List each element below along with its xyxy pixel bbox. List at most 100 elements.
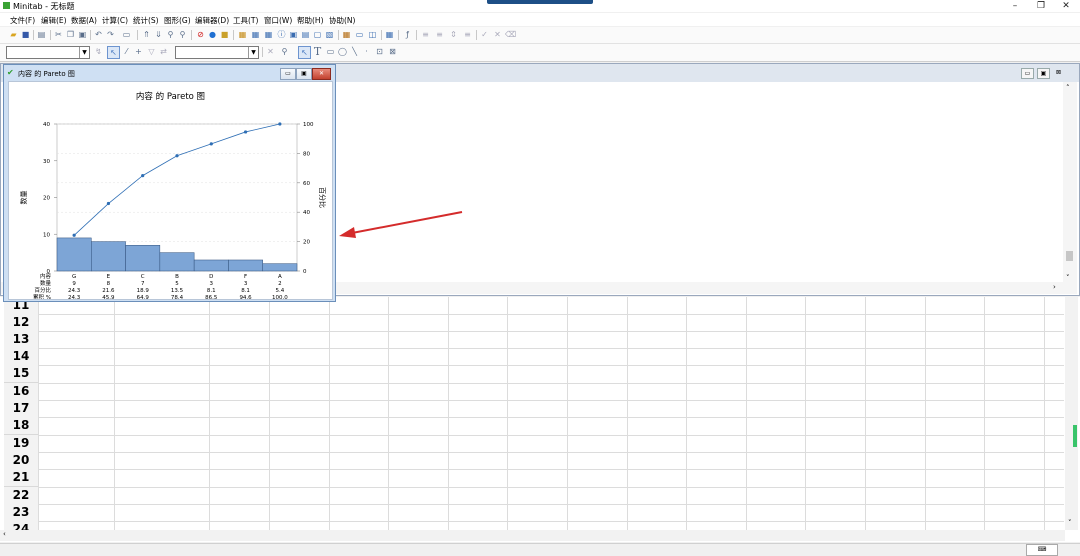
- session-maximize-button[interactable]: ▣: [1037, 68, 1050, 79]
- worksheet-icon[interactable]: ▦: [341, 29, 352, 40]
- graphs-folder-icon[interactable]: ▣: [288, 29, 299, 40]
- worksheet-vertical-scrollbar[interactable]: ˅: [1065, 297, 1078, 530]
- scroll-down-icon[interactable]: ˅: [1068, 519, 1072, 527]
- insert-row-icon[interactable]: ⇑: [141, 29, 152, 40]
- session-window-icon[interactable]: ▭: [354, 29, 365, 40]
- session-minimize-button[interactable]: ▭: [1021, 68, 1034, 79]
- set-id-icon[interactable]: ⇕: [448, 29, 459, 40]
- graph-window-icon[interactable]: ◫: [367, 29, 378, 40]
- session-close-button[interactable]: ⊠: [1053, 68, 1064, 77]
- ellipse-tool-icon[interactable]: ◯: [337, 46, 348, 57]
- graph-window[interactable]: ✔ 内容 的 Pareto 图 ▭ ▣ ✕ 内容 的 Pareto 图 0 10 20…: [3, 64, 336, 302]
- scroll-down-icon[interactable]: ˅: [1066, 274, 1070, 282]
- print-icon[interactable]: ▤: [36, 29, 47, 40]
- session-folder-icon[interactable]: ▦: [250, 29, 261, 40]
- undo-icon[interactable]: ↶: [93, 29, 104, 40]
- redo-icon[interactable]: ↷: [105, 29, 116, 40]
- row-header[interactable]: 17: [4, 400, 38, 418]
- formula-icon[interactable]: ƒ: [402, 29, 413, 40]
- line-tool-icon[interactable]: ╲: [349, 46, 360, 57]
- rectangle-tool-icon[interactable]: ▭: [325, 46, 336, 57]
- row-header[interactable]: 21: [4, 469, 38, 487]
- clear-icon[interactable]: ⌫: [505, 29, 516, 40]
- menu-calc[interactable]: 计算(C): [102, 15, 128, 26]
- row-header[interactable]: 22: [4, 487, 38, 505]
- report-pad-icon[interactable]: ▤: [300, 29, 311, 40]
- edit-last-dialog-icon[interactable]: ▭: [121, 29, 132, 40]
- select-dropdown[interactable]: ▼: [6, 46, 90, 59]
- scroll-thumb[interactable]: [1066, 251, 1073, 261]
- insert-column-icon[interactable]: ⇓: [153, 29, 164, 40]
- brush-tool-icon[interactable]: ↯: [93, 46, 104, 57]
- design-icon[interactable]: ▧: [324, 29, 335, 40]
- open-icon[interactable]: ▰: [8, 29, 19, 40]
- graph-maximize-button[interactable]: ▣: [296, 68, 312, 80]
- project-manager-icon[interactable]: ▦: [237, 29, 248, 40]
- y2-tick-label: 0: [303, 269, 307, 275]
- save-icon[interactable]: ■: [20, 29, 31, 40]
- crosshair-icon[interactable]: +: [133, 46, 144, 57]
- cumulative-point: [209, 142, 213, 146]
- y-axis-label: 数量: [19, 191, 28, 205]
- copy-icon[interactable]: ❐: [65, 29, 76, 40]
- graph-minimize-button[interactable]: ▭: [280, 68, 296, 80]
- row-header[interactable]: 23: [4, 504, 38, 522]
- graph-dropdown[interactable]: ▼: [175, 46, 259, 59]
- arrows-icon[interactable]: ⇄: [158, 46, 169, 57]
- app-title: Minitab - 无标题: [13, 2, 75, 11]
- pointer-tool-icon[interactable]: ↖: [298, 46, 311, 59]
- row-header[interactable]: 19: [4, 435, 38, 453]
- link-icon[interactable]: ≡: [462, 29, 473, 40]
- info-icon[interactable]: ⓘ: [276, 29, 287, 40]
- point-tool-icon[interactable]: ·: [361, 46, 372, 57]
- scroll-up-icon[interactable]: ˄: [1066, 84, 1070, 92]
- history-icon[interactable]: ▦: [263, 29, 274, 40]
- help-icon[interactable]: ●: [207, 29, 218, 40]
- graph-close-button[interactable]: ✕: [312, 68, 331, 80]
- row-header[interactable]: 13: [4, 331, 38, 349]
- category-label: D: [209, 274, 213, 280]
- row-header[interactable]: 20: [4, 452, 38, 470]
- polygon-tool-icon[interactable]: ⊡: [374, 46, 385, 57]
- close-button[interactable]: ✕: [1051, 0, 1080, 12]
- worksheet-horizontal-scrollbar[interactable]: ‹: [0, 530, 1065, 541]
- menu-file[interactable]: 文件(F): [10, 15, 35, 26]
- close-graphs-icon[interactable]: ▦: [384, 29, 395, 40]
- related-docs-icon[interactable]: ▢: [312, 29, 323, 40]
- cumulative-point: [278, 122, 282, 126]
- row-header[interactable]: 12: [4, 314, 38, 332]
- menu-edit[interactable]: 编辑(E): [41, 15, 67, 26]
- row-header[interactable]: 16: [4, 383, 38, 401]
- menu-editor[interactable]: 编辑器(D): [195, 15, 229, 26]
- row-header[interactable]: 14: [4, 348, 38, 366]
- row-brush-icon[interactable]: ≡: [420, 29, 431, 40]
- menu-graph[interactable]: 图形(G): [164, 15, 191, 26]
- cut-icon[interactable]: ✂: [53, 29, 64, 40]
- marker-icon[interactable]: ✕: [492, 29, 503, 40]
- delete-tool-icon[interactable]: ✕: [265, 46, 276, 57]
- flag-icon[interactable]: ▽: [146, 46, 157, 57]
- menu-assistant[interactable]: 协助(N): [329, 15, 355, 26]
- polyline-tool-icon[interactable]: ⊠: [387, 46, 398, 57]
- text-tool-icon[interactable]: T: [312, 46, 323, 57]
- scroll-left-icon[interactable]: ‹: [3, 530, 6, 538]
- brush-icon[interactable]: ✓: [479, 29, 490, 40]
- zoom-icon[interactable]: ⚲: [279, 46, 290, 57]
- menu-window[interactable]: 窗口(W): [264, 15, 292, 26]
- menu-tools[interactable]: 工具(T): [233, 15, 258, 26]
- menu-stat[interactable]: 统计(S): [133, 15, 159, 26]
- row-header[interactable]: 15: [4, 365, 38, 383]
- cancel-icon[interactable]: ⊘: [195, 29, 206, 40]
- column-brush-icon[interactable]: ≡: [434, 29, 445, 40]
- scroll-right-icon[interactable]: ›: [1053, 283, 1056, 291]
- find-next-icon[interactable]: ⚲: [177, 29, 188, 40]
- select-tool-icon[interactable]: ↖: [107, 46, 120, 59]
- draw-tool-icon[interactable]: ⁄: [121, 46, 132, 57]
- stat-guide-icon[interactable]: ■: [219, 29, 230, 40]
- session-vertical-scrollbar[interactable]: ˄ ˅: [1063, 82, 1077, 294]
- row-header[interactable]: 18: [4, 417, 38, 435]
- paste-icon[interactable]: ▣: [77, 29, 88, 40]
- menu-help[interactable]: 帮助(H): [297, 15, 324, 26]
- find-icon[interactable]: ⚲: [165, 29, 176, 40]
- menu-data[interactable]: 数据(A): [71, 15, 97, 26]
